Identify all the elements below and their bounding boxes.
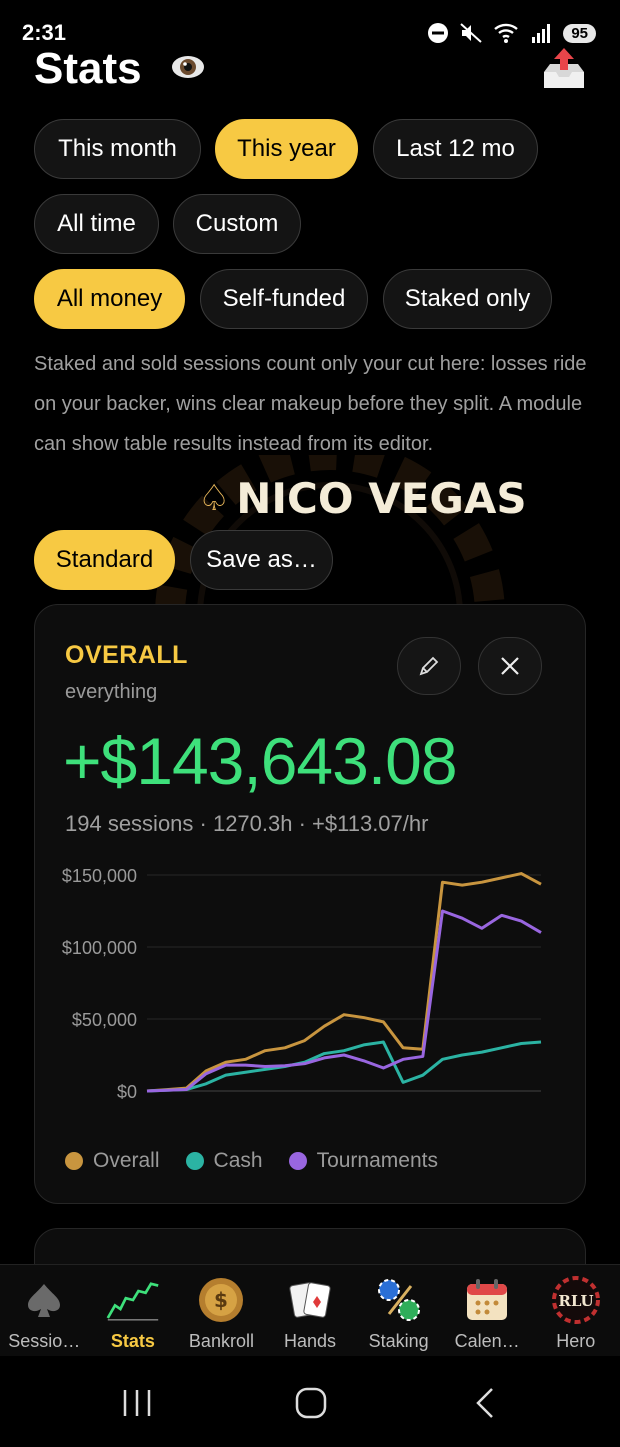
nav-calendar[interactable]: Calen…: [443, 1265, 532, 1356]
svg-text:RLU: RLU: [558, 1292, 593, 1310]
nav-sessions[interactable]: Sessio…: [0, 1265, 89, 1356]
nav-hero[interactable]: RLU Hero: [531, 1265, 620, 1356]
nav-hands[interactable]: Hands: [266, 1265, 355, 1356]
y-tick-label: $150,000: [62, 866, 137, 886]
filter-this-year[interactable]: This year: [215, 119, 358, 179]
filter-all-time[interactable]: All time: [34, 194, 159, 254]
recent-apps-icon[interactable]: [120, 1388, 154, 1418]
edit-button[interactable]: [397, 637, 461, 695]
pencil-icon: [419, 656, 439, 676]
session-summary: 194 sessions · 1270.3h · +$113.07/hr: [65, 811, 429, 836]
brand-logo: ♤ NICO VEGAS: [198, 474, 527, 523]
filter-last-12-mo[interactable]: Last 12 mo: [373, 119, 538, 179]
bottom-nav: Sessio… Stats $ Bankroll Hands Staking C…: [0, 1264, 620, 1356]
system-nav-bar: [0, 1356, 620, 1447]
legend-dot: [288, 1152, 307, 1170]
filter-this-month[interactable]: This month: [34, 119, 201, 179]
calendar-icon: [467, 1279, 508, 1320]
close-icon: [501, 657, 519, 675]
series-line-cash: [146, 1040, 542, 1093]
status-icons: 95: [427, 22, 596, 44]
status-time: 2:31: [22, 20, 67, 45]
nav-staking[interactable]: Staking: [354, 1265, 443, 1356]
home-icon[interactable]: [294, 1386, 328, 1420]
preset-save-as[interactable]: Save as…: [190, 530, 333, 590]
brand-name: NICO VEGAS: [236, 474, 527, 523]
preset-standard[interactable]: Standard: [34, 530, 175, 590]
net-result: +$143,643.08: [63, 724, 458, 798]
series-line-tournaments: [146, 909, 542, 1093]
spade-logo-icon: ♤: [198, 478, 231, 519]
filter-custom[interactable]: Custom: [173, 194, 301, 254]
eye-icon[interactable]: [170, 52, 206, 82]
spade-icon: [28, 1284, 61, 1317]
nav-bankroll[interactable]: $ Bankroll: [177, 1265, 266, 1356]
staking-note: Staked and sold sessions count only your…: [34, 353, 587, 455]
svg-text:$: $: [214, 1288, 228, 1312]
filter-all-money[interactable]: All money: [34, 269, 185, 329]
cards-icon: [289, 1282, 331, 1318]
legend-dot: [65, 1152, 83, 1170]
signal-icon: [532, 24, 551, 43]
filter-self-funded[interactable]: Self-funded: [200, 269, 368, 329]
card-title: OVERALL: [65, 641, 188, 669]
series-line-overall: [146, 872, 542, 1093]
wifi-icon: [494, 23, 519, 43]
filter-staked-only[interactable]: Staked only: [383, 269, 552, 329]
y-tick-label: $100,000: [62, 938, 137, 958]
chart-icon: [106, 1282, 159, 1321]
back-icon[interactable]: [472, 1386, 498, 1420]
export-icon[interactable]: [540, 46, 588, 92]
close-button[interactable]: [478, 637, 542, 695]
y-tick-label: $0: [117, 1082, 137, 1102]
nav-stats[interactable]: Stats: [89, 1265, 178, 1356]
coin-icon: $: [199, 1278, 244, 1322]
battery-indicator: 95: [563, 23, 596, 43]
overall-line-chart: $0 $50,000 $100,000 $150,000: [62, 866, 542, 1102]
legend-tournaments: Tournaments: [288, 1149, 438, 1173]
overall-card: OVERALL everything +$143,643.08 194 sess…: [34, 604, 586, 1204]
card-subtitle: everything: [65, 681, 158, 703]
y-tick-label: $50,000: [72, 1010, 137, 1030]
page-title: Stats: [34, 44, 142, 93]
rlu-icon: RLU: [551, 1276, 600, 1324]
chart-legend: Overall Cash Tournaments: [65, 1149, 438, 1173]
legend-overall: Overall: [65, 1149, 160, 1173]
legend-dot: [185, 1152, 204, 1170]
legend-cash: Cash: [185, 1149, 263, 1173]
chips-icon: [377, 1279, 420, 1321]
do-not-disturb-icon: [428, 23, 449, 43]
mute-icon: [460, 23, 482, 43]
